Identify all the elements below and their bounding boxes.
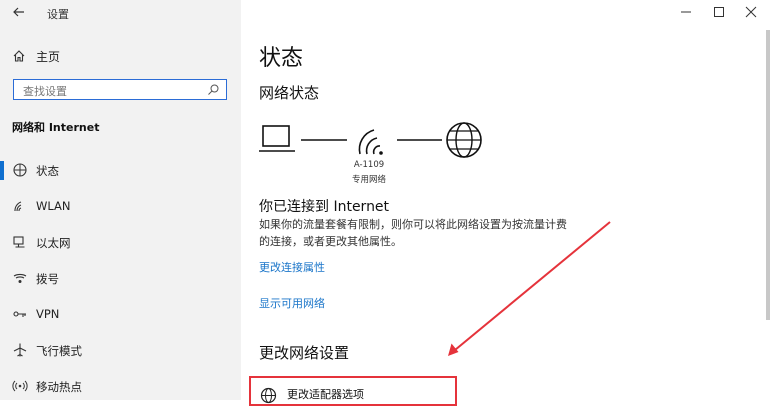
annotation-arrow bbox=[448, 221, 611, 356]
